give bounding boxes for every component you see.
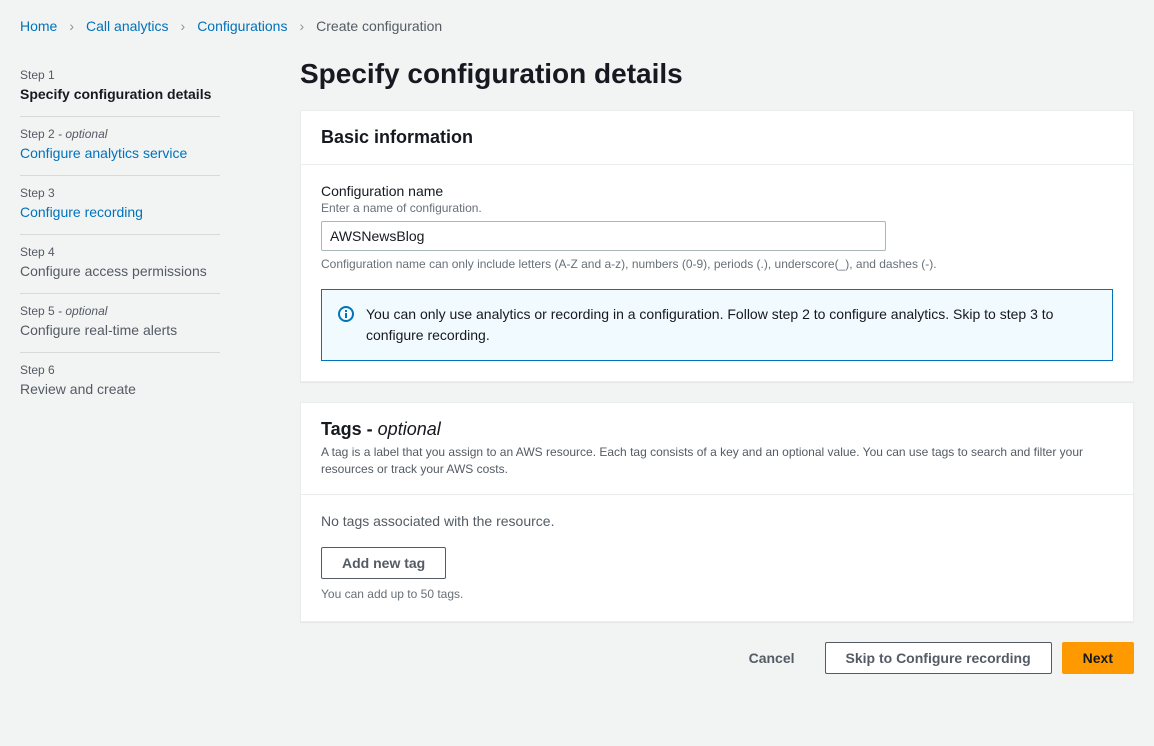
breadcrumb: Home › Call analytics › Configurations ›…: [20, 18, 1134, 34]
wizard-step-2[interactable]: Step 2 - optional Configure analytics se…: [20, 117, 220, 176]
config-name-hint: Enter a name of configuration.: [321, 201, 1113, 215]
wizard-step-5[interactable]: Step 5 - optional Configure real-time al…: [20, 294, 220, 353]
wizard-step-6[interactable]: Step 6 Review and create: [20, 353, 220, 411]
wizard-step-4[interactable]: Step 4 Configure access permissions: [20, 235, 220, 294]
wizard-step-1-title: Specify configuration details: [20, 86, 220, 102]
config-name-constraint: Configuration name can only include lett…: [321, 257, 1113, 271]
breadcrumb-current: Create configuration: [316, 18, 442, 34]
basic-information-panel: Basic information Configuration name Ent…: [300, 110, 1134, 382]
wizard-step-6-title: Review and create: [20, 381, 220, 397]
cancel-button[interactable]: Cancel: [729, 642, 815, 674]
next-button[interactable]: Next: [1062, 642, 1134, 674]
skip-to-configure-recording-button[interactable]: Skip to Configure recording: [825, 642, 1052, 674]
breadcrumb-call-analytics[interactable]: Call analytics: [86, 18, 168, 34]
tags-header: Tags - optional: [321, 419, 1113, 440]
wizard-step-3[interactable]: Step 3 Configure recording: [20, 176, 220, 235]
tags-panel: Tags - optional A tag is a label that yo…: [300, 402, 1134, 622]
tags-empty-text: No tags associated with the resource.: [321, 513, 1113, 529]
footer-actions: Cancel Skip to Configure recording Next: [300, 642, 1134, 674]
tags-description: A tag is a label that you assign to an A…: [321, 444, 1113, 478]
wizard-step-3-title: Configure recording: [20, 204, 220, 220]
config-name-label: Configuration name: [321, 183, 1113, 199]
chevron-right-icon: ›: [69, 18, 74, 34]
wizard-step-4-title: Configure access permissions: [20, 263, 220, 279]
basic-information-header: Basic information: [321, 127, 1113, 148]
wizard-step-5-title: Configure real-time alerts: [20, 322, 220, 338]
wizard-sidebar: Step 1 Specify configuration details Ste…: [20, 58, 220, 674]
tags-limit-text: You can add up to 50 tags.: [321, 587, 1113, 601]
breadcrumb-home[interactable]: Home: [20, 18, 57, 34]
wizard-step-1[interactable]: Step 1 Specify configuration details: [20, 58, 220, 117]
chevron-right-icon: ›: [181, 18, 186, 34]
add-new-tag-button[interactable]: Add new tag: [321, 547, 446, 579]
config-name-input[interactable]: [321, 221, 886, 251]
info-alert: You can only use analytics or recording …: [321, 289, 1113, 361]
info-icon: [338, 306, 354, 322]
breadcrumb-configurations[interactable]: Configurations: [197, 18, 287, 34]
wizard-step-2-title: Configure analytics service: [20, 145, 220, 161]
main-content: Specify configuration details Basic info…: [300, 58, 1134, 674]
chevron-right-icon: ›: [299, 18, 304, 34]
info-alert-text: You can only use analytics or recording …: [366, 304, 1096, 346]
page-title: Specify configuration details: [300, 58, 1134, 90]
